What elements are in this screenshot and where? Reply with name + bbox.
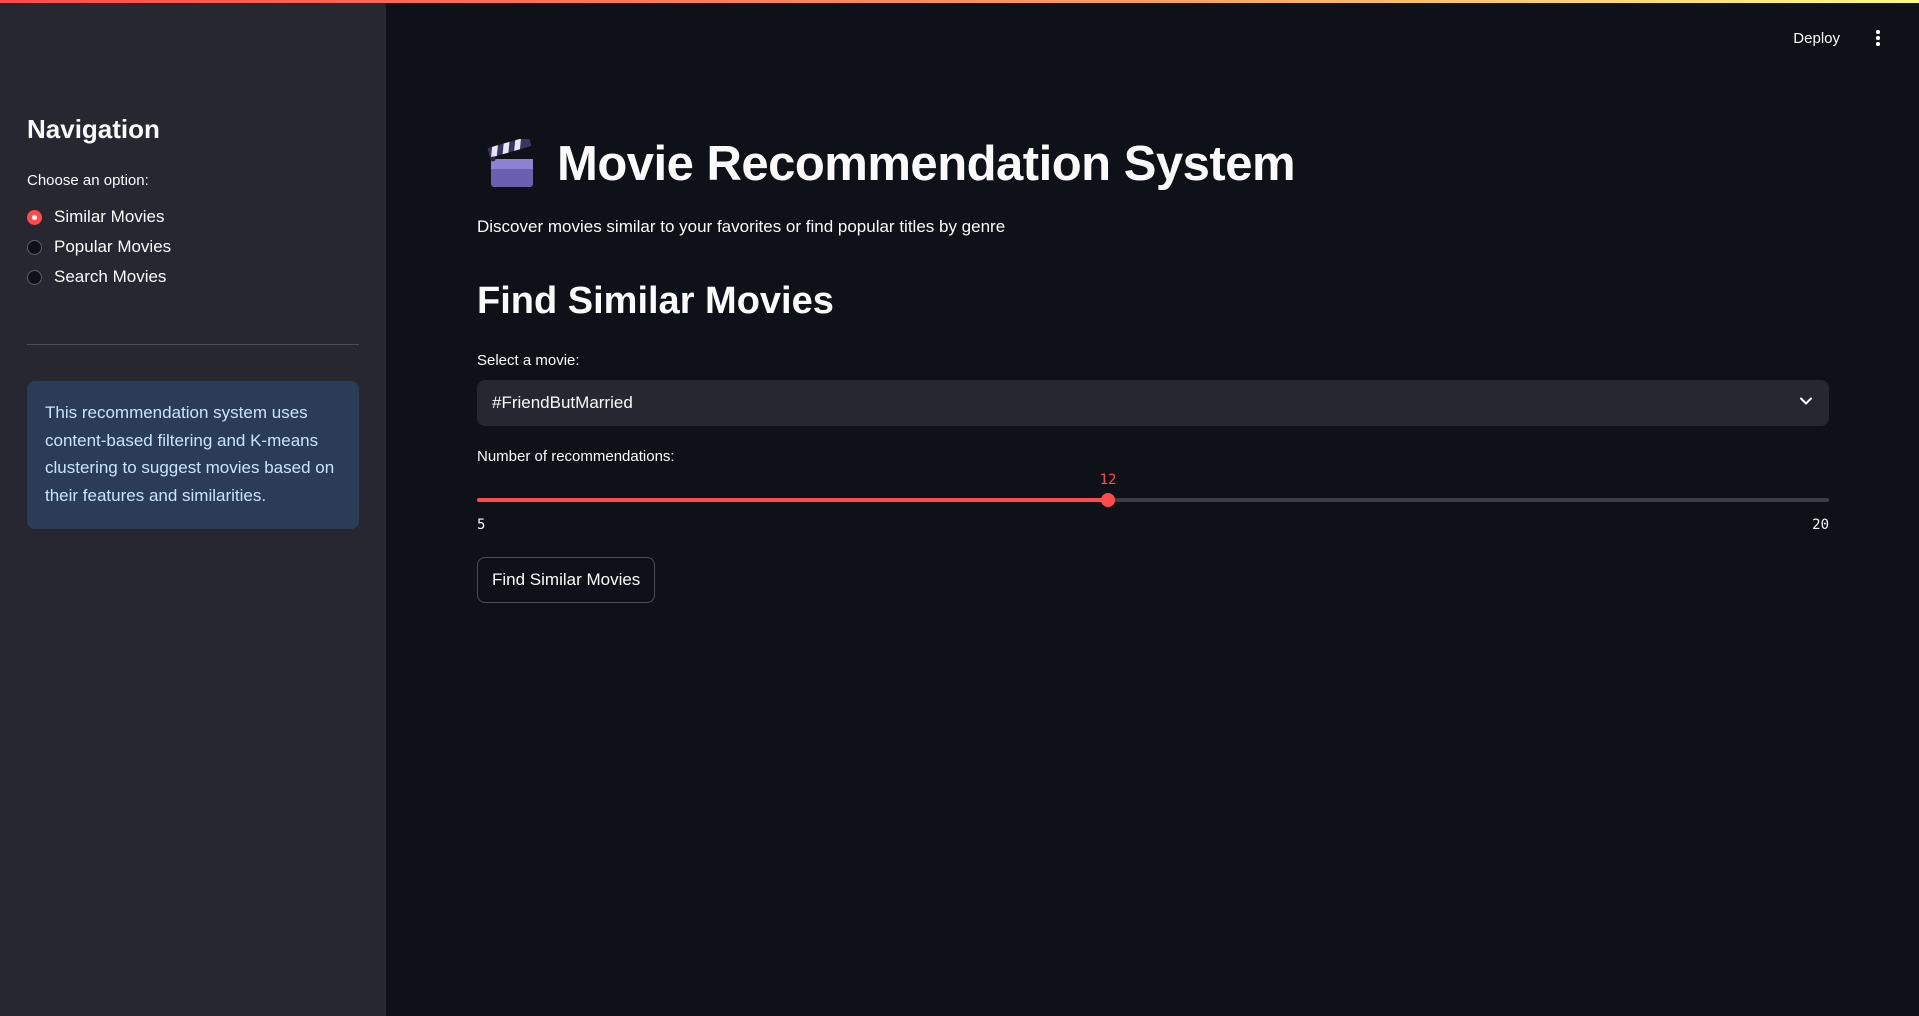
find-similar-movies-button[interactable]: Find Similar Movies [477, 557, 656, 603]
page-title: Movie Recommendation System [557, 137, 1296, 191]
radio-option-label: Similar Movies [54, 207, 165, 226]
section-title: Find Similar Movies [477, 280, 834, 322]
radio-option-search-movies[interactable]: Search Movies [27, 262, 171, 292]
title-row: Movie Recommendation System [477, 136, 1296, 192]
recommendations-slider[interactable]: 12 5 20 [477, 472, 1829, 533]
movie-select-label: Select a movie: [477, 352, 580, 369]
slider-max-label: 20 [1812, 517, 1829, 533]
radio-option-label: Search Movies [54, 267, 167, 286]
kebab-menu-icon[interactable] [1868, 28, 1888, 48]
chevron-down-icon [1798, 393, 1814, 414]
slider-min-label: 5 [477, 517, 486, 533]
sidebar: Navigation Choose an option: Similar Mov… [0, 0, 386, 1016]
radio-option-popular-movies[interactable]: Popular Movies [27, 232, 171, 262]
slider-current-value: 12 [1099, 472, 1117, 488]
radio-option-label: Popular Movies [54, 237, 172, 256]
navigation-radio-group: Similar Movies Popular Movies Search Mov… [27, 202, 171, 292]
radio-button[interactable] [27, 239, 42, 255]
radio-button-checked[interactable] [27, 209, 42, 225]
movie-select-value: #FriendButMarried [492, 393, 633, 412]
slider-fill [477, 498, 1108, 502]
radio-option-similar-movies[interactable]: Similar Movies [27, 202, 171, 232]
radio-group-label: Choose an option: [27, 172, 149, 189]
slider-label: Number of recommendations: [477, 448, 675, 465]
sidebar-divider [27, 344, 359, 345]
sidebar-heading: Navigation [27, 114, 160, 144]
deploy-button[interactable]: Deploy [1793, 30, 1840, 47]
info-box: This recommendation system uses content-… [27, 381, 359, 529]
clapper-board-icon [487, 136, 537, 189]
page-subtitle: Discover movies similar to your favorite… [477, 217, 1006, 236]
header-actions: Deploy [1793, 28, 1919, 48]
movie-select[interactable]: #FriendButMarried [477, 380, 1829, 426]
slider-thumb[interactable] [1101, 493, 1115, 507]
top-decoration-bar [0, 0, 1919, 3]
radio-button[interactable] [27, 269, 42, 285]
